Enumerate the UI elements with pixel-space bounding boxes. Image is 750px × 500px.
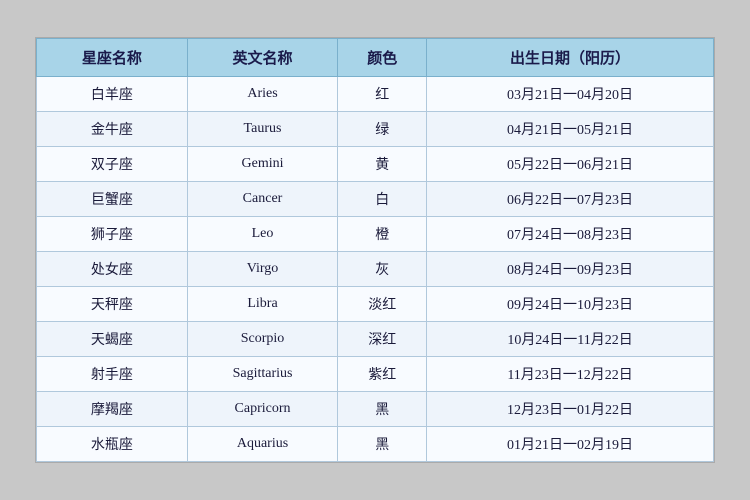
cell-r0-c2: 红 bbox=[338, 77, 427, 112]
zodiac-table-wrapper: 星座名称 英文名称 颜色 出生日期（阳历） 白羊座Aries红03月21日一04… bbox=[35, 37, 715, 463]
cell-r0-c3: 03月21日一04月20日 bbox=[427, 77, 714, 112]
cell-r4-c2: 橙 bbox=[338, 217, 427, 252]
cell-r2-c2: 黄 bbox=[338, 147, 427, 182]
table-row: 狮子座Leo橙07月24日一08月23日 bbox=[37, 217, 714, 252]
table-row: 天蝎座Scorpio深红10月24日一11月22日 bbox=[37, 322, 714, 357]
cell-r5-c0: 处女座 bbox=[37, 252, 188, 287]
cell-r6-c1: Libra bbox=[187, 287, 338, 322]
cell-r9-c0: 摩羯座 bbox=[37, 392, 188, 427]
cell-r2-c0: 双子座 bbox=[37, 147, 188, 182]
cell-r8-c1: Sagittarius bbox=[187, 357, 338, 392]
cell-r10-c1: Aquarius bbox=[187, 427, 338, 462]
cell-r7-c1: Scorpio bbox=[187, 322, 338, 357]
cell-r0-c0: 白羊座 bbox=[37, 77, 188, 112]
cell-r7-c0: 天蝎座 bbox=[37, 322, 188, 357]
cell-r7-c3: 10月24日一11月22日 bbox=[427, 322, 714, 357]
cell-r7-c2: 深红 bbox=[338, 322, 427, 357]
cell-r6-c2: 淡红 bbox=[338, 287, 427, 322]
cell-r10-c3: 01月21日一02月19日 bbox=[427, 427, 714, 462]
cell-r10-c2: 黑 bbox=[338, 427, 427, 462]
col-header-color: 颜色 bbox=[338, 39, 427, 77]
cell-r9-c1: Capricorn bbox=[187, 392, 338, 427]
table-row: 处女座Virgo灰08月24日一09月23日 bbox=[37, 252, 714, 287]
cell-r2-c1: Gemini bbox=[187, 147, 338, 182]
cell-r1-c2: 绿 bbox=[338, 112, 427, 147]
cell-r6-c0: 天秤座 bbox=[37, 287, 188, 322]
cell-r9-c2: 黑 bbox=[338, 392, 427, 427]
cell-r2-c3: 05月22日一06月21日 bbox=[427, 147, 714, 182]
cell-r6-c3: 09月24日一10月23日 bbox=[427, 287, 714, 322]
table-header-row: 星座名称 英文名称 颜色 出生日期（阳历） bbox=[37, 39, 714, 77]
table-row: 射手座Sagittarius紫红11月23日一12月22日 bbox=[37, 357, 714, 392]
cell-r8-c3: 11月23日一12月22日 bbox=[427, 357, 714, 392]
cell-r3-c3: 06月22日一07月23日 bbox=[427, 182, 714, 217]
col-header-birthdate: 出生日期（阳历） bbox=[427, 39, 714, 77]
zodiac-table: 星座名称 英文名称 颜色 出生日期（阳历） 白羊座Aries红03月21日一04… bbox=[36, 38, 714, 462]
table-row: 摩羯座Capricorn黑12月23日一01月22日 bbox=[37, 392, 714, 427]
cell-r3-c2: 白 bbox=[338, 182, 427, 217]
table-row: 水瓶座Aquarius黑01月21日一02月19日 bbox=[37, 427, 714, 462]
table-row: 白羊座Aries红03月21日一04月20日 bbox=[37, 77, 714, 112]
cell-r10-c0: 水瓶座 bbox=[37, 427, 188, 462]
cell-r1-c1: Taurus bbox=[187, 112, 338, 147]
table-body: 白羊座Aries红03月21日一04月20日金牛座Taurus绿04月21日一0… bbox=[37, 77, 714, 462]
table-row: 金牛座Taurus绿04月21日一05月21日 bbox=[37, 112, 714, 147]
cell-r4-c1: Leo bbox=[187, 217, 338, 252]
cell-r4-c3: 07月24日一08月23日 bbox=[427, 217, 714, 252]
table-row: 天秤座Libra淡红09月24日一10月23日 bbox=[37, 287, 714, 322]
cell-r1-c0: 金牛座 bbox=[37, 112, 188, 147]
cell-r9-c3: 12月23日一01月22日 bbox=[427, 392, 714, 427]
cell-r4-c0: 狮子座 bbox=[37, 217, 188, 252]
cell-r3-c0: 巨蟹座 bbox=[37, 182, 188, 217]
table-row: 巨蟹座Cancer白06月22日一07月23日 bbox=[37, 182, 714, 217]
cell-r8-c2: 紫红 bbox=[338, 357, 427, 392]
cell-r5-c1: Virgo bbox=[187, 252, 338, 287]
col-header-chinese-name: 星座名称 bbox=[37, 39, 188, 77]
cell-r5-c3: 08月24日一09月23日 bbox=[427, 252, 714, 287]
col-header-english-name: 英文名称 bbox=[187, 39, 338, 77]
table-row: 双子座Gemini黄05月22日一06月21日 bbox=[37, 147, 714, 182]
cell-r3-c1: Cancer bbox=[187, 182, 338, 217]
cell-r1-c3: 04月21日一05月21日 bbox=[427, 112, 714, 147]
cell-r0-c1: Aries bbox=[187, 77, 338, 112]
cell-r5-c2: 灰 bbox=[338, 252, 427, 287]
cell-r8-c0: 射手座 bbox=[37, 357, 188, 392]
